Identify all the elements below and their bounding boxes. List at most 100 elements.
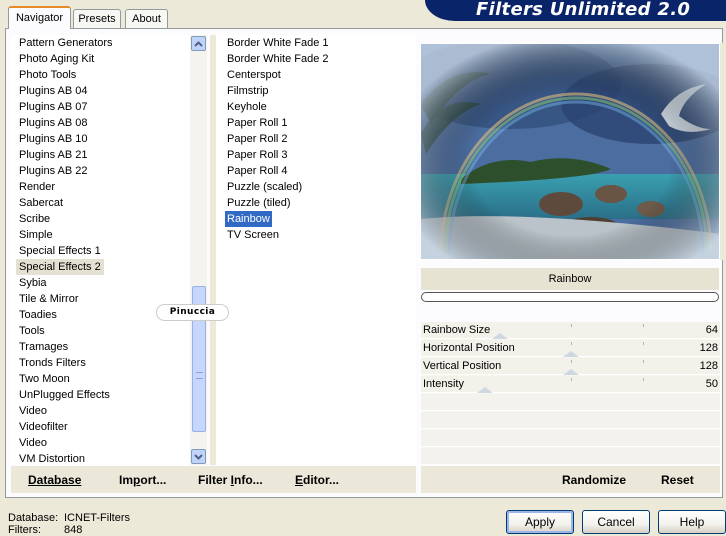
category-item[interactable]: Videofilter <box>16 419 71 435</box>
slider-tick <box>571 324 572 327</box>
preview-scene <box>421 44 719 259</box>
tab-about[interactable]: About <box>125 9 168 28</box>
scroll-down-button[interactable] <box>191 449 206 464</box>
category-item[interactable]: Special Effects 1 <box>16 243 104 259</box>
category-item[interactable]: Two Moon <box>16 371 73 387</box>
preview-margin <box>720 43 726 260</box>
category-item[interactable]: VM Distortion <box>16 451 88 467</box>
category-item[interactable]: Sybia <box>16 275 50 291</box>
scroll-up-button[interactable] <box>191 36 206 51</box>
category-item[interactable]: Tronds Filters <box>16 355 89 371</box>
slider-tick <box>643 378 644 381</box>
randomize-button[interactable]: Randomize <box>562 471 626 489</box>
filter-item[interactable]: Puzzle (tiled) <box>225 195 293 211</box>
category-item[interactable]: Plugins AB 10 <box>16 131 91 147</box>
import-label-pre: Im <box>119 473 134 487</box>
chevron-up-icon <box>194 41 203 47</box>
category-item[interactable]: Video <box>16 403 50 419</box>
progress-bar <box>421 292 719 302</box>
slider-thumb[interactable] <box>477 387 493 393</box>
chevron-down-icon <box>194 454 203 460</box>
empty-param-row <box>421 430 720 447</box>
editor-accel: E <box>295 473 304 487</box>
preview-caption: Rainbow <box>421 268 719 290</box>
filter-item[interactable]: Keyhole <box>225 99 269 115</box>
slider-tick <box>643 324 644 327</box>
filters-count-label: Filters: <box>8 524 41 536</box>
filter-item[interactable]: Centerspot <box>225 67 283 83</box>
preview-image <box>420 43 720 260</box>
import-button[interactable]: Import... <box>119 471 166 489</box>
category-item[interactable]: Tile & Mirror <box>16 291 81 307</box>
scrollbar-grip <box>196 372 203 379</box>
category-item[interactable]: Plugins AB 21 <box>16 147 91 163</box>
category-item[interactable]: Video <box>16 435 50 451</box>
category-item[interactable]: UnPlugged Effects <box>16 387 113 403</box>
help-button[interactable]: Help <box>658 510 726 534</box>
filter-item[interactable]: Filmstrip <box>225 83 271 99</box>
param-value: 64 <box>705 324 718 336</box>
category-item[interactable]: Plugins AB 04 <box>16 83 91 99</box>
slider-tick <box>643 342 644 345</box>
category-item[interactable]: Plugins AB 07 <box>16 99 91 115</box>
category-item[interactable]: Tools <box>16 323 48 339</box>
category-item[interactable]: Tramages <box>16 339 71 355</box>
cancel-button[interactable]: Cancel <box>582 510 650 534</box>
category-item[interactable]: Simple <box>16 227 56 243</box>
slider-thumb[interactable] <box>563 369 579 375</box>
filter-info-button[interactable]: Filter Info... <box>198 471 263 489</box>
filter-item[interactable]: Rainbow <box>225 211 272 227</box>
apply-button[interactable]: Apply <box>506 510 574 534</box>
slider-tick <box>571 378 572 381</box>
category-item[interactable]: Photo Tools <box>16 67 79 83</box>
database-label: atabase <box>36 473 82 487</box>
filter-item[interactable]: Paper Roll 2 <box>225 131 290 147</box>
category-item[interactable]: Render <box>16 179 58 195</box>
filters-count-value: 848 <box>64 524 83 536</box>
filter-item[interactable]: TV Screen <box>225 227 281 243</box>
category-item[interactable]: Special Effects 2 <box>16 259 104 275</box>
watermark-badge: Pinuccia <box>156 304 229 321</box>
category-item[interactable]: Plugins AB 22 <box>16 163 91 179</box>
category-item[interactable]: Toadies <box>16 307 60 323</box>
category-item[interactable]: Photo Aging Kit <box>16 51 97 67</box>
slider-tick <box>571 342 572 345</box>
param-label: Rainbow Size <box>423 324 491 336</box>
database-accel: D <box>28 473 37 487</box>
category-item[interactable]: Sabercat <box>16 195 66 211</box>
database-button[interactable]: Database <box>28 471 81 489</box>
tab-presets[interactable]: Presets <box>73 9 121 28</box>
category-item[interactable]: Pattern Generators <box>16 35 116 51</box>
filter-item[interactable]: Paper Roll 1 <box>225 115 290 131</box>
filter-item[interactable]: Paper Roll 4 <box>225 163 290 179</box>
editor-button[interactable]: Editor... <box>295 471 339 489</box>
filter-item[interactable]: Border White Fade 1 <box>225 35 331 51</box>
param-label: Intensity <box>423 378 464 390</box>
slider-thumb[interactable] <box>492 333 508 339</box>
param-value: 128 <box>699 360 718 372</box>
param-value: 128 <box>699 342 718 354</box>
empty-param-row <box>421 448 720 465</box>
param-label: Horizontal Position <box>423 342 515 354</box>
category-item[interactable]: Plugins AB 08 <box>16 115 91 131</box>
param-label: Vertical Position <box>423 360 502 372</box>
reset-button[interactable]: Reset <box>661 471 694 489</box>
filter-item[interactable]: Puzzle (scaled) <box>225 179 304 195</box>
slider-tick <box>571 360 572 363</box>
filter-item[interactable]: Border White Fade 2 <box>225 51 331 67</box>
slider-tick <box>643 360 644 363</box>
tab-navigator[interactable]: Navigator <box>8 6 71 29</box>
slider-thumb[interactable] <box>563 351 579 357</box>
editor-label: ditor... <box>303 473 340 487</box>
app-title: Filters Unlimited 2.0 <box>476 0 691 20</box>
empty-param-row <box>421 394 720 411</box>
empty-param-row <box>421 412 720 429</box>
category-item[interactable]: Scribe <box>16 211 53 227</box>
database-status-label: Database: <box>8 512 59 524</box>
database-status-value: ICNET-Filters <box>64 512 130 524</box>
filter-info-label: nfo... <box>234 473 263 487</box>
filter-item[interactable]: Paper Roll 3 <box>225 147 290 163</box>
param-value: 50 <box>705 378 718 390</box>
filter-info-label-pre: Filter <box>198 473 231 487</box>
import-label: ort... <box>140 473 167 487</box>
